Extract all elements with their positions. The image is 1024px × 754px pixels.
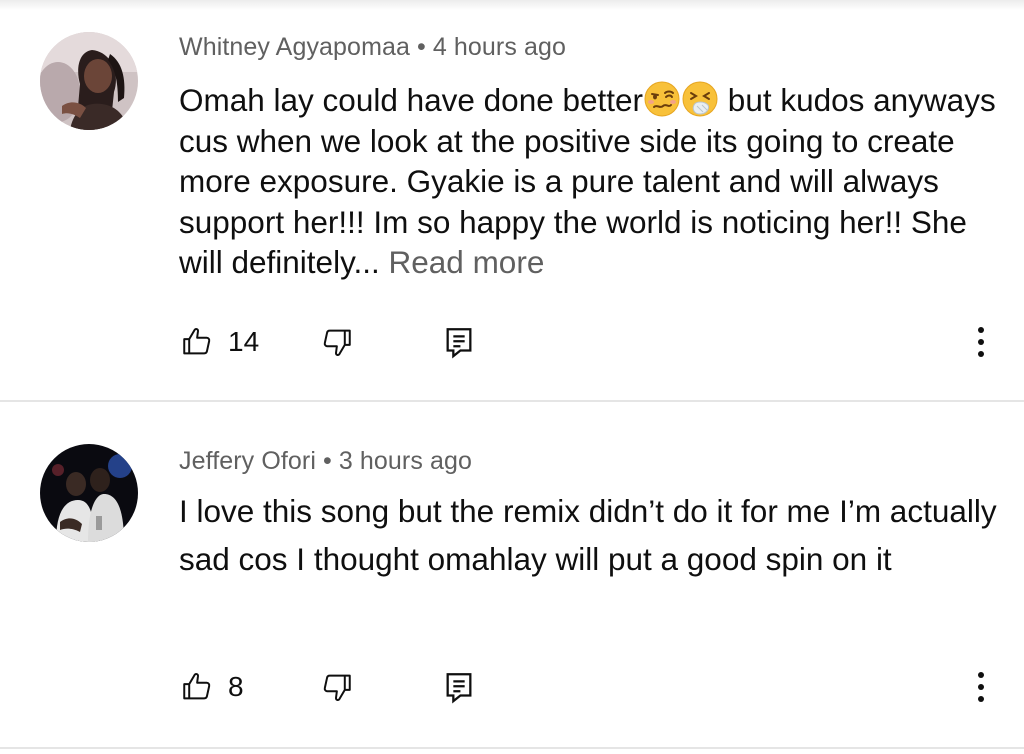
sneezing-face-emoji: [682, 81, 718, 117]
reply-button[interactable]: [444, 322, 474, 362]
comment-item: Whitney Agyapomaa • 4 hours ago Omah lay c…: [0, 0, 1024, 401]
avatar-photo: [40, 444, 138, 542]
comment-actions: 8: [0, 667, 1024, 707]
comment-text: I love this song but the remix didn’t do…: [179, 493, 997, 577]
divider: [0, 400, 1024, 402]
timestamp[interactable]: 4 hours ago: [433, 33, 566, 61]
thumbs-up-icon: [180, 670, 214, 704]
comment-header: Jeffery Ofori • 3 hours ago: [179, 447, 472, 476]
thumbs-down-icon: [320, 325, 354, 359]
comment-text-part: Omah lay could have done better: [179, 82, 644, 118]
like-count: 8: [228, 671, 244, 702]
timestamp[interactable]: 3 hours ago: [339, 447, 472, 475]
separator-dot: •: [323, 447, 332, 475]
reply-icon: [444, 325, 474, 359]
avatar[interactable]: [40, 32, 138, 130]
more-vert-icon: [977, 325, 985, 359]
comment-actions: 14: [0, 322, 1024, 362]
separator-dot: •: [417, 33, 426, 61]
thumbs-up-icon: [180, 325, 214, 359]
comment-header: Whitney Agyapomaa • 4 hours ago: [179, 33, 566, 62]
thumbs-down-icon: [320, 670, 354, 704]
reply-button[interactable]: [444, 667, 474, 707]
more-options-button[interactable]: [966, 322, 996, 362]
like-button[interactable]: 8: [180, 667, 244, 707]
like-count: 14: [228, 326, 260, 357]
avatar[interactable]: [40, 444, 138, 542]
reply-icon: [444, 670, 474, 704]
read-more-link[interactable]: Read more: [389, 244, 545, 280]
comment-item: Jeffery Ofori • 3 hours ago I love this so…: [0, 403, 1024, 748]
avatar-photo: [40, 32, 138, 130]
dislike-button[interactable]: [320, 667, 354, 707]
comment-text: Omah lay could have done better but kudo…: [179, 80, 999, 283]
divider: [0, 747, 1024, 749]
more-vert-icon: [977, 670, 985, 704]
author-name[interactable]: Whitney Agyapomaa: [179, 33, 410, 61]
woozy-face-emoji: [644, 81, 680, 117]
author-name[interactable]: Jeffery Ofori: [179, 447, 316, 475]
more-options-button[interactable]: [966, 667, 996, 707]
like-button[interactable]: 14: [180, 322, 259, 362]
dislike-button[interactable]: [320, 322, 354, 362]
